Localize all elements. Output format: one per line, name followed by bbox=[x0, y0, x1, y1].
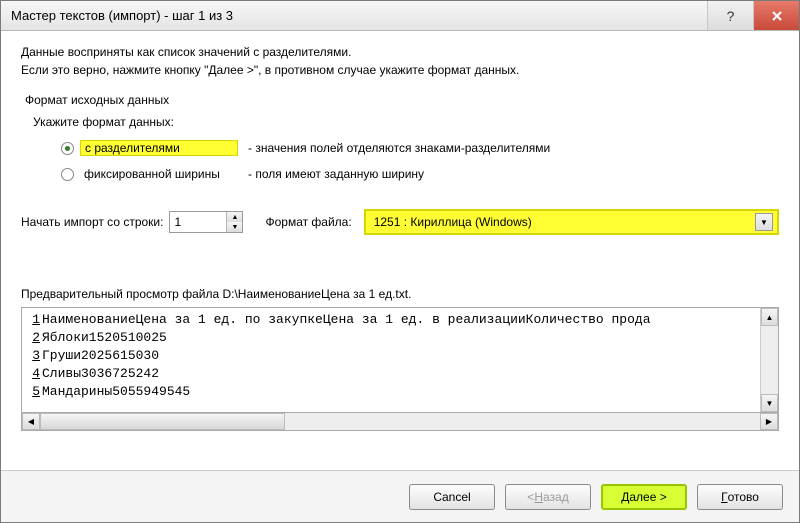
footer: Cancel < Назад Далее > Готово bbox=[1, 470, 799, 522]
back-button: < Назад bbox=[505, 484, 591, 510]
horizontal-scrollbar[interactable]: ◀ ▶ bbox=[21, 413, 779, 431]
format-group-label: Формат исходных данных bbox=[25, 93, 779, 107]
radio-fixed[interactable] bbox=[61, 168, 74, 181]
scroll-down-icon[interactable]: ▼ bbox=[761, 394, 778, 412]
file-origin-label: Формат файла: bbox=[265, 215, 351, 229]
close-icon bbox=[771, 10, 783, 22]
preview-label: Предварительный просмотр файла D:\Наимен… bbox=[21, 287, 779, 301]
next-button[interactable]: Далее > bbox=[601, 484, 687, 510]
radio-row-delimited[interactable]: с разделителями - значения полей отделяю… bbox=[61, 137, 779, 159]
wizard-window: Мастер текстов (импорт) - шаг 1 из 3 ? Д… bbox=[0, 0, 800, 523]
radio-delimited-label: с разделителями bbox=[80, 140, 238, 156]
start-row-label: Начать импорт со строки: bbox=[21, 215, 163, 229]
spinner-down[interactable]: ▼ bbox=[227, 222, 242, 232]
format-sub-label: Укажите формат данных: bbox=[33, 115, 779, 129]
scroll-up-icon[interactable]: ▲ bbox=[761, 308, 778, 326]
spinner-up[interactable]: ▲ bbox=[227, 212, 242, 222]
content-area: Данные восприняты как список значений с … bbox=[1, 31, 799, 470]
preview-line: 5Мандарины5055949545 bbox=[26, 382, 756, 400]
radio-delimited-desc: - значения полей отделяются знаками-разд… bbox=[248, 141, 550, 155]
preview-line: 3Груши2025615030 bbox=[26, 346, 756, 364]
titlebar-buttons: ? bbox=[707, 1, 799, 30]
radio-delimited[interactable] bbox=[61, 142, 74, 155]
preview-line: 4Сливы3036725242 bbox=[26, 364, 756, 382]
window-title: Мастер текстов (импорт) - шаг 1 из 3 bbox=[11, 8, 707, 23]
close-button[interactable] bbox=[753, 1, 799, 30]
start-row-spinner[interactable]: ▲ ▼ bbox=[169, 211, 243, 233]
spinner-arrows: ▲ ▼ bbox=[226, 212, 242, 232]
radio-fixed-desc: - поля имеют заданную ширину bbox=[248, 167, 424, 181]
finish-button[interactable]: Готово bbox=[697, 484, 783, 510]
import-row: Начать импорт со строки: ▲ ▼ Формат файл… bbox=[21, 209, 779, 235]
file-origin-value: 1251 : Кириллица (Windows) bbox=[374, 215, 755, 229]
intro-line-1: Данные восприняты как список значений с … bbox=[21, 45, 779, 59]
preview-line: 1НаименованиеЦена за 1 ед. по закупкеЦен… bbox=[26, 310, 756, 328]
preview-box: 1НаименованиеЦена за 1 ед. по закупкеЦен… bbox=[21, 307, 779, 413]
scroll-track[interactable] bbox=[761, 326, 778, 394]
help-button[interactable]: ? bbox=[707, 1, 753, 30]
chevron-down-icon[interactable]: ▼ bbox=[755, 213, 773, 231]
preview-content[interactable]: 1НаименованиеЦена за 1 ед. по закупкеЦен… bbox=[22, 308, 760, 412]
titlebar: Мастер текстов (импорт) - шаг 1 из 3 ? bbox=[1, 1, 799, 31]
intro-line-2: Если это верно, нажмите кнопку "Далее >"… bbox=[21, 63, 779, 77]
file-origin-dropdown[interactable]: 1251 : Кириллица (Windows) ▼ bbox=[364, 209, 779, 235]
preview-line: 2Яблоки1520510025 bbox=[26, 328, 756, 346]
scroll-right-icon[interactable]: ▶ bbox=[760, 413, 778, 430]
cancel-button[interactable]: Cancel bbox=[409, 484, 495, 510]
scroll-track-h[interactable] bbox=[40, 413, 760, 430]
scroll-left-icon[interactable]: ◀ bbox=[22, 413, 40, 430]
start-row-input[interactable] bbox=[170, 212, 226, 232]
radio-row-fixed[interactable]: фиксированной ширины - поля имеют заданн… bbox=[61, 163, 779, 185]
scroll-thumb[interactable] bbox=[40, 413, 285, 430]
vertical-scrollbar[interactable]: ▲ ▼ bbox=[760, 308, 778, 412]
radio-fixed-label: фиксированной ширины bbox=[80, 167, 238, 181]
